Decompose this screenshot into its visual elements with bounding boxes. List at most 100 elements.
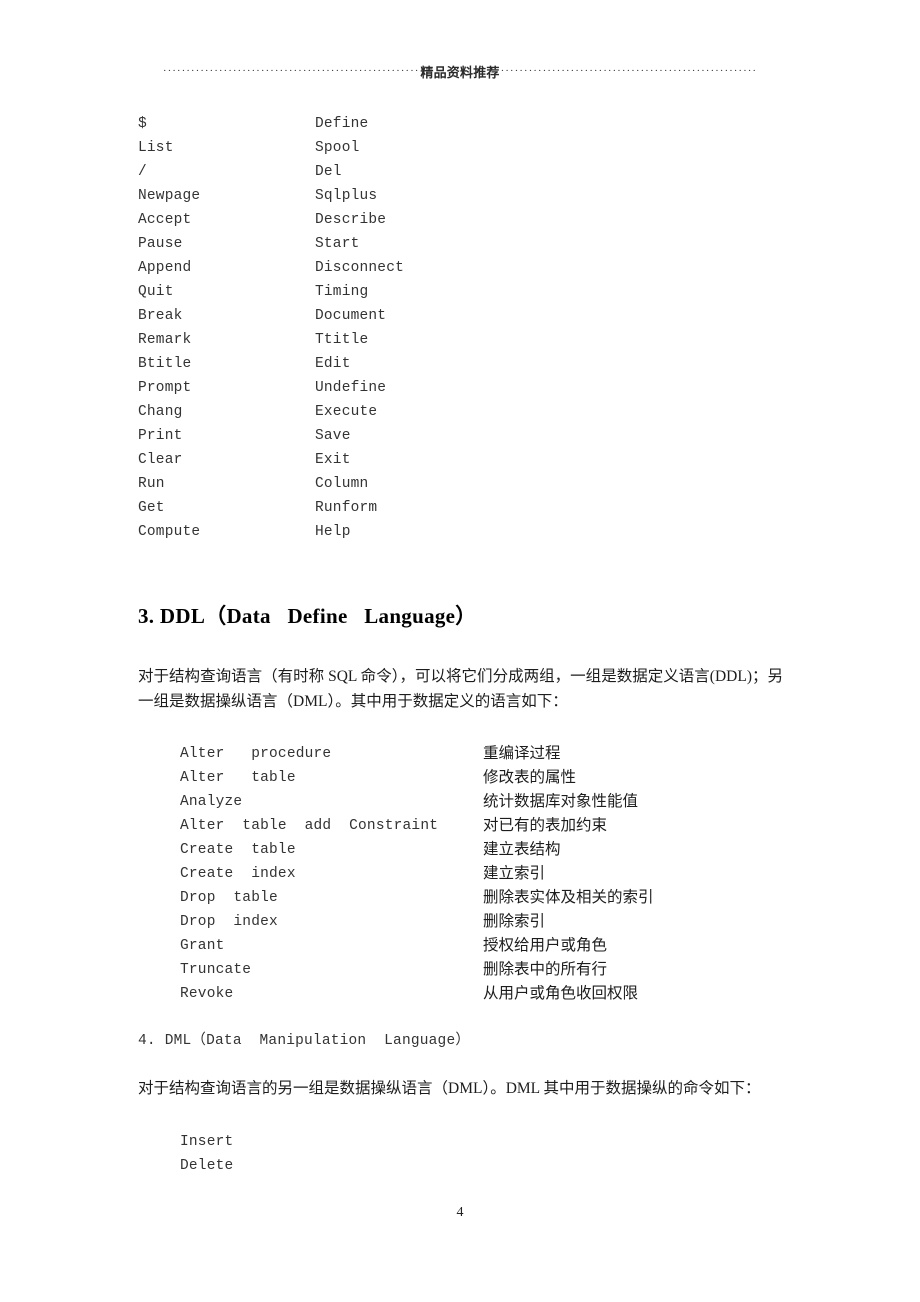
command-name-left: Pause xyxy=(138,236,183,252)
ddl-description: 建立表结构 xyxy=(483,841,561,858)
command-row: Btitle Edit xyxy=(138,352,738,376)
ddl-paragraph: 对于结构查询语言（有时称 SQL 命令），可以将它们分成两组，一组是数据定义语言… xyxy=(138,668,783,710)
command-name-right: Ttitle xyxy=(315,332,369,348)
command-row: / Del xyxy=(138,160,738,184)
command-name-left: / xyxy=(138,164,147,180)
command-name-right: Del xyxy=(315,164,342,180)
command-row: Quit Timing xyxy=(138,280,738,304)
ddl-command: Truncate xyxy=(180,962,252,978)
ddl-command: Analyze xyxy=(180,794,243,810)
command-name-right: Timing xyxy=(315,284,369,300)
header-dots-right: ········································… xyxy=(500,66,758,77)
ddl-description: 对已有的表加约束 xyxy=(483,817,608,834)
ddl-description: 删除表中的所有行 xyxy=(483,961,608,978)
table-row: Alter procedure 重编译过程 xyxy=(180,742,800,766)
command-name-left: $ xyxy=(138,116,147,132)
command-name-right: Document xyxy=(315,308,387,324)
command-row: Break Document xyxy=(138,304,738,328)
table-row: Grant 授权给用户或角色 xyxy=(180,934,800,958)
command-name-right: Start xyxy=(315,236,360,252)
command-name-left: Remark xyxy=(138,332,192,348)
command-row: Prompt Undefine xyxy=(138,376,738,400)
command-name-right: Runform xyxy=(315,500,378,516)
ddl-command: Drop table xyxy=(180,890,278,906)
command-name-left: Quit xyxy=(138,284,174,300)
command-row: Compute Help xyxy=(138,520,738,544)
table-row: Drop table 删除表实体及相关的索引 xyxy=(180,886,800,910)
list-item: Insert xyxy=(180,1134,234,1150)
list-item: Delete xyxy=(180,1158,234,1174)
command-name-left: Accept xyxy=(138,212,192,228)
ddl-description: 从用户或角色收回权限 xyxy=(483,985,639,1002)
command-name-left: Btitle xyxy=(138,356,192,372)
sqlplus-command-list: $ Define List Spool / Del Newpage Sqlplu… xyxy=(138,112,738,544)
dml-section-heading: 4. DML（Data Manipulation Language） xyxy=(138,1033,471,1049)
command-row: Run Column xyxy=(138,472,738,496)
document-header: ········································… xyxy=(140,60,780,82)
ddl-description: 删除索引 xyxy=(483,913,546,930)
header-dots-left: ········································… xyxy=(162,66,420,77)
command-name-left: Chang xyxy=(138,404,183,420)
ddl-command: Alter procedure xyxy=(180,746,332,762)
ddl-command-table: Alter procedure 重编译过程 Alter table 修改表的属性… xyxy=(180,742,800,1006)
table-row: Analyze 统计数据库对象性能值 xyxy=(180,790,800,814)
command-row: $ Define xyxy=(138,112,738,136)
command-name-left: Prompt xyxy=(138,380,192,396)
ddl-command: Create table xyxy=(180,842,296,858)
ddl-command: Create index xyxy=(180,866,296,882)
page-number: 4 xyxy=(456,1205,464,1220)
command-row: Append Disconnect xyxy=(138,256,738,280)
command-name-left: Run xyxy=(138,476,165,492)
command-name-left: Clear xyxy=(138,452,183,468)
command-name-left: Compute xyxy=(138,524,201,540)
document-page: ········································… xyxy=(0,0,920,1302)
ddl-description: 统计数据库对象性能值 xyxy=(483,793,639,810)
command-name-right: Define xyxy=(315,116,369,132)
command-row: Remark Ttitle xyxy=(138,328,738,352)
command-row: Accept Describe xyxy=(138,208,738,232)
command-row: Newpage Sqlplus xyxy=(138,184,738,208)
table-row: Drop index 删除索引 xyxy=(180,910,800,934)
table-row: Alter table 修改表的属性 xyxy=(180,766,800,790)
ddl-command: Revoke xyxy=(180,986,234,1002)
command-name-right: Execute xyxy=(315,404,378,420)
command-name-right: Spool xyxy=(315,140,360,156)
command-name-right: Disconnect xyxy=(315,260,405,276)
command-name-right: Exit xyxy=(315,452,351,468)
ddl-description: 修改表的属性 xyxy=(483,769,577,786)
table-row: Truncate 删除表中的所有行 xyxy=(180,958,800,982)
table-row: Revoke 从用户或角色收回权限 xyxy=(180,982,800,1006)
command-name-right: Undefine xyxy=(315,380,387,396)
command-name-right: Edit xyxy=(315,356,351,372)
ddl-description: 删除表实体及相关的索引 xyxy=(483,889,654,906)
ddl-command: Grant xyxy=(180,938,225,954)
command-row: Pause Start xyxy=(138,232,738,256)
ddl-description: 重编译过程 xyxy=(483,745,561,762)
ddl-section-heading: 3. DDL（Data Define Language） xyxy=(138,604,477,628)
command-name-right: Column xyxy=(315,476,369,492)
command-row: Chang Execute xyxy=(138,400,738,424)
command-row: Get Runform xyxy=(138,496,738,520)
command-name-left: List xyxy=(138,140,174,156)
command-row: List Spool xyxy=(138,136,738,160)
ddl-description: 授权给用户或角色 xyxy=(483,937,608,954)
command-name-right: Help xyxy=(315,524,351,540)
ddl-command: Alter table add Constraint xyxy=(180,818,439,834)
dml-command-list: Insert Delete xyxy=(180,1130,480,1178)
command-name-left: Newpage xyxy=(138,188,201,204)
table-row: Create table 建立表结构 xyxy=(180,838,800,862)
command-row: Clear Exit xyxy=(138,448,738,472)
command-name-left: Break xyxy=(138,308,183,324)
ddl-description: 建立索引 xyxy=(483,865,546,882)
command-name-left: Print xyxy=(138,428,183,444)
command-row: Print Save xyxy=(138,424,738,448)
command-name-left: Append xyxy=(138,260,192,276)
ddl-command: Drop index xyxy=(180,914,278,930)
command-name-left: Get xyxy=(138,500,165,516)
ddl-command: Alter table xyxy=(180,770,296,786)
header-title: 精品资料推荐 xyxy=(420,64,500,80)
command-name-right: Describe xyxy=(315,212,387,228)
table-row: Alter table add Constraint 对已有的表加约束 xyxy=(180,814,800,838)
dml-paragraph: 对于结构查询语言的另一组是数据操纵语言（DML）。DML 其中用于数据操纵的命令… xyxy=(138,1080,761,1097)
command-name-right: Sqlplus xyxy=(315,188,378,204)
